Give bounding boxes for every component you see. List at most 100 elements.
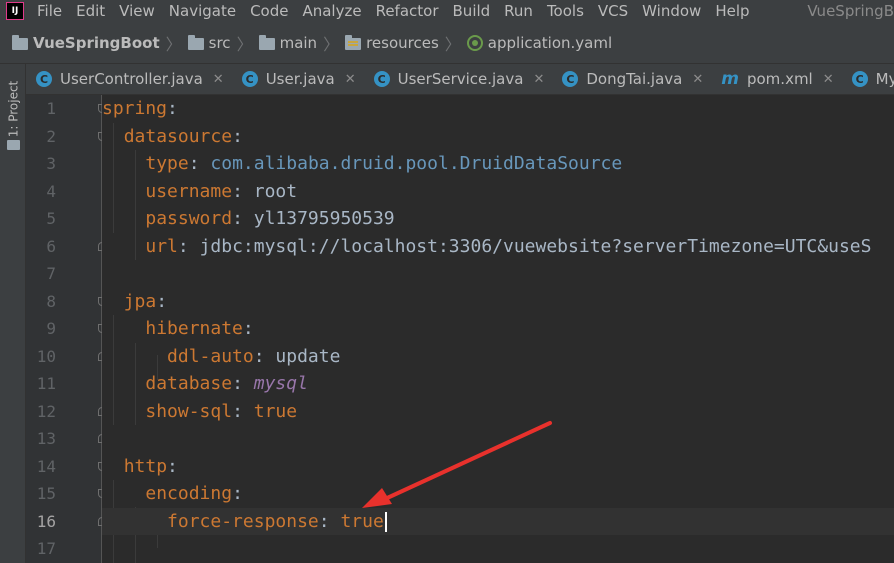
editor-tabs: C UserController.java ✕ C User.java ✕ C UserSer… [26,64,894,95]
class-c-icon: C [373,71,390,87]
breadcrumb-separator-icon: 〉 [165,34,182,54]
menu-file[interactable]: File [30,2,69,20]
yaml-key: hibernate [145,318,243,339]
yaml-separator: : [232,180,254,202]
line-number: 13 [36,429,56,448]
yaml-separator: : [232,400,254,422]
yaml-separator: : [167,98,178,119]
yaml-separator: : [232,373,254,394]
breadcrumb-main-label: main [279,33,318,52]
breadcrumb-main[interactable]: main [258,33,318,52]
menu-window[interactable]: Window [635,2,708,20]
close-icon[interactable]: ✕ [345,72,356,87]
yaml-key: http [123,455,168,477]
text-caret [384,511,387,532]
breadcrumb-separator-icon: 〉 [236,34,253,54]
code-line: hibernate: [102,315,894,343]
yaml-value: com.alibaba.druid.pool.DruidDataSource [210,153,623,174]
yaml-separator: : [318,510,341,532]
code-line: password: yl13795950539 [102,205,894,233]
line-number-gutter: 1 2 3 4 5 6 7 8 9 10 11 12 13 14 15 16 17 [26,95,107,563]
close-icon[interactable]: ✕ [692,72,703,87]
tab-usercontroller-java[interactable]: C UserController.java ✕ [26,64,232,94]
yaml-value: true [340,510,384,532]
tab-label: UserService.java [397,70,524,88]
menu-build[interactable]: Build [446,2,498,20]
yaml-key: encoding [145,483,233,504]
code-line: force-response: true [102,507,894,535]
project-folder-icon [7,140,20,150]
tab-pom-xml[interactable]: m pom.xml ✕ [711,64,841,94]
line-number: 11 [36,374,56,393]
menu-tools[interactable]: Tools [540,2,591,20]
line-number: 5 [46,209,56,228]
menu-analyze[interactable]: Analyze [295,2,368,20]
menu-help[interactable]: Help [708,2,756,20]
code-line: type: com.alibaba.druid.pool.DruidDataSo… [102,150,894,178]
breadcrumb-src-label: src [208,33,231,52]
line-number: 12 [36,401,56,421]
close-icon[interactable]: ✕ [823,72,834,87]
yaml-key: type [145,153,189,174]
project-folder-icon [12,34,28,50]
breadcrumb-src[interactable]: src [187,33,231,52]
yaml-key: ddl-auto [167,345,254,367]
tab-label: pom.xml [746,70,813,88]
tab-user-java[interactable]: C User.java ✕ [232,64,364,94]
project-tool-tab[interactable]: 1: Project [2,70,24,148]
menu-code[interactable]: Code [243,2,295,20]
breadcrumb-project[interactable]: VueSpringBoot [12,34,160,52]
project-tool-tab-label: 1: Project [6,80,20,138]
close-icon[interactable]: ✕ [213,72,224,87]
menu-view[interactable]: View [112,2,162,20]
line-number: 17 [36,539,56,558]
resources-folder-icon [345,34,362,50]
yaml-separator: : [188,153,211,174]
yaml-key: password [145,208,233,229]
left-tool-strip: 1: Project [0,64,26,563]
yaml-separator: : [253,345,276,367]
breadcrumb-file-label: application.yaml [487,33,613,52]
line-number: 16 [36,511,56,531]
menu-navigate[interactable]: Navigate [162,2,243,20]
yaml-key: jpa [123,290,157,312]
menu-run[interactable]: Run [497,2,540,20]
menu-vcs[interactable]: VCS [591,2,635,20]
yaml-key: spring [102,98,168,119]
folder-icon [187,34,204,50]
yaml-key: force-response [167,510,319,532]
yaml-separator: : [232,208,254,229]
code-editor[interactable]: spring: datasource: type: com.alibaba.dr… [102,95,894,563]
tab-myfa[interactable]: C MyFa [842,64,894,94]
class-c-icon: C [36,71,52,87]
yaml-key: url [145,235,178,257]
yaml-value: yl13795950539 [253,208,395,229]
maven-m-icon: m [721,69,739,89]
tab-userservice-java[interactable]: C UserService.java ✕ [364,64,553,94]
breadcrumb-file[interactable]: application.yaml [466,33,613,52]
menu-refactor[interactable]: Refactor [369,2,446,20]
code-line: spring: [102,95,894,123]
close-icon[interactable]: ✕ [533,72,544,87]
tab-dongtai-java[interactable]: C DongTai.java ✕ [552,64,711,94]
window-title: VueSpringB [807,2,894,20]
menu-edit[interactable]: Edit [69,2,112,20]
code-line: ddl-auto: update [102,343,894,371]
breadcrumb-resources[interactable]: resources [345,34,439,52]
yaml-separator: : [232,125,243,147]
yaml-key: username [145,180,233,202]
yaml-value: update [275,345,341,367]
yaml-value: root [253,180,298,202]
yaml-separator: : [242,318,254,339]
code-line: database: mysql [102,370,894,398]
